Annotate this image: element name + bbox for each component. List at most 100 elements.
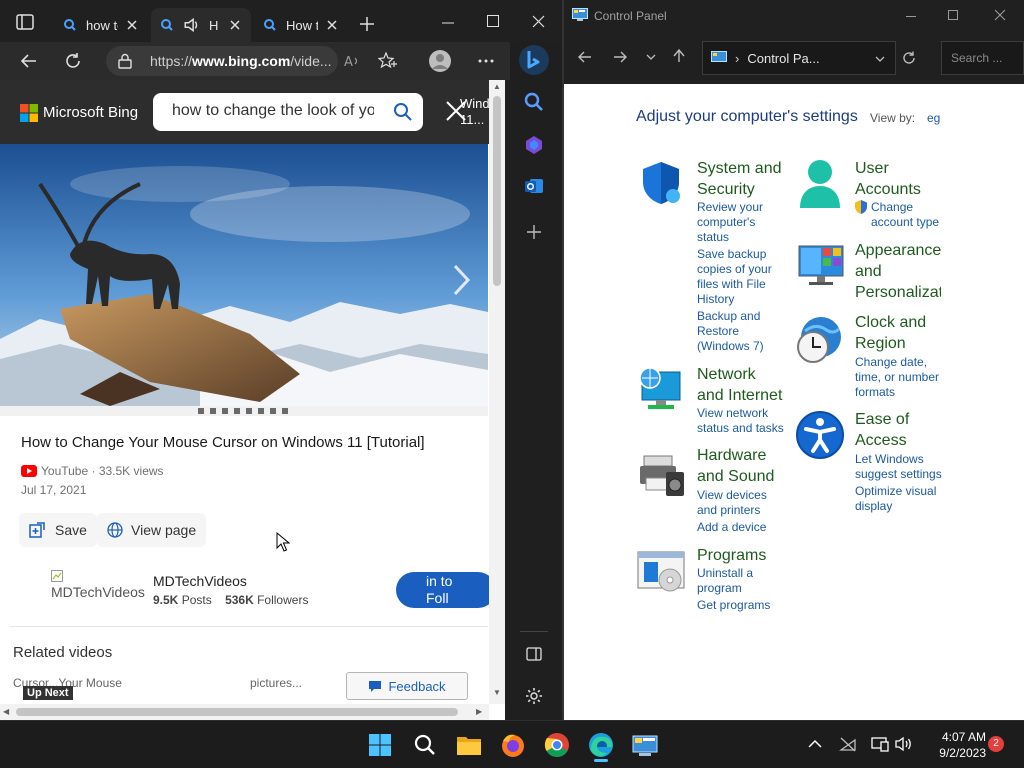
settings-gear-icon[interactable]	[525, 687, 543, 705]
search-icon[interactable]	[524, 92, 544, 112]
back-icon[interactable]	[20, 52, 38, 70]
maximize-icon[interactable]	[487, 15, 499, 27]
close-tab-icon[interactable]	[124, 17, 140, 33]
address-dropdown-icon[interactable]	[875, 56, 885, 62]
network-globe-icon[interactable]	[638, 366, 684, 412]
related-video-thumb-1[interactable]: Cursor...Your Mouse Up Next	[13, 676, 233, 704]
clock-globe-icon[interactable]	[795, 315, 845, 365]
category-clock-region[interactable]: Clock and Region	[855, 312, 926, 354]
snap-divider[interactable]	[562, 0, 564, 720]
tablet-mode-icon[interactable]	[871, 736, 889, 752]
feedback-button[interactable]: Feedback	[346, 672, 468, 700]
file-explorer-icon[interactable]	[453, 729, 485, 761]
close-tab-icon[interactable]	[324, 17, 340, 33]
add-favorite-icon[interactable]	[378, 52, 398, 70]
link-backup-restore[interactable]: Backup and Restore (Windows 7)	[697, 309, 764, 354]
refresh-icon[interactable]	[902, 51, 916, 65]
category-user-accounts[interactable]: User Accounts	[855, 158, 921, 200]
bing-search-box[interactable]: how to change the look of yo	[153, 93, 423, 131]
tab-1[interactable]: how to	[54, 8, 148, 42]
edge-icon[interactable]	[585, 729, 617, 762]
profile-avatar[interactable]	[428, 49, 452, 73]
up-icon[interactable]	[673, 49, 685, 63]
lock-icon[interactable]	[118, 53, 132, 69]
tab-3[interactable]: How to	[254, 8, 348, 42]
tab-actions-icon[interactable]	[16, 14, 34, 30]
forward-icon[interactable]	[613, 51, 627, 63]
shield-icon[interactable]	[639, 160, 683, 206]
video-thumbnail[interactable]	[0, 144, 488, 416]
search-input[interactable]: how to change the look of yo	[172, 102, 374, 120]
bing-chat-icon[interactable]	[518, 44, 550, 76]
horizontal-scroll-thumb[interactable]	[16, 708, 458, 716]
link-view-devices[interactable]: View devices and printers	[697, 488, 767, 518]
category-network-internet[interactable]: Network and Internet	[697, 364, 782, 406]
link-add-device[interactable]: Add a device	[697, 520, 766, 535]
notification-badge[interactable]: 2	[988, 736, 1004, 752]
taskbar-search-icon[interactable]	[409, 729, 441, 761]
no-internet-icon[interactable]	[839, 736, 857, 752]
show-hidden-icons-icon[interactable]	[808, 739, 822, 749]
add-sidebar-app-icon[interactable]	[526, 224, 542, 240]
link-uninstall-program[interactable]: Uninstall a program	[697, 566, 753, 596]
copilot-icon[interactable]	[524, 135, 544, 155]
address-bar[interactable]: https://www.bing.com/vide...	[106, 46, 338, 76]
control-panel-search[interactable]: Search ...	[941, 41, 1024, 75]
maximize-icon[interactable]	[948, 10, 958, 20]
vertical-scrollbar[interactable]: ▲ ▼	[489, 80, 505, 704]
more-options-icon[interactable]	[478, 59, 494, 63]
close-window-icon[interactable]	[994, 9, 1006, 21]
new-tab-icon[interactable]	[359, 16, 375, 32]
view-page-button[interactable]: View page	[97, 513, 207, 547]
minimize-icon[interactable]	[906, 16, 916, 17]
category-hardware-sound[interactable]: Hardware and Sound	[697, 445, 774, 487]
control-panel-address-bar[interactable]: › Control Pa...	[702, 41, 896, 75]
accessibility-icon[interactable]	[795, 410, 845, 460]
category-system-security[interactable]: System and Security	[697, 158, 781, 200]
link-get-programs[interactable]: Get programs	[697, 598, 770, 613]
link-optimize-visual[interactable]: Optimize visual display	[855, 484, 936, 514]
user-accounts-icon[interactable]	[798, 158, 842, 210]
category-programs[interactable]: Programs	[697, 545, 766, 566]
view-by-dropdown[interactable]: eg	[927, 111, 940, 125]
sign-in-to-follow-button[interactable]: in to Foll	[396, 572, 496, 608]
printer-speaker-icon[interactable]	[638, 452, 686, 498]
video-title[interactable]: How to Change Your Mouse Cursor on Windo…	[21, 434, 425, 451]
horizontal-scrollbar[interactable]: ◀ ▶	[0, 704, 489, 720]
audio-playing-icon[interactable]	[183, 16, 201, 34]
firefox-icon[interactable]	[497, 729, 529, 761]
link-review-status[interactable]: Review your computer's status	[697, 200, 763, 245]
channel-avatar-broken-image[interactable]: MDTechVideos	[51, 570, 145, 606]
channel-name[interactable]: MDTechVideos	[153, 573, 247, 589]
volume-icon[interactable]	[895, 736, 913, 752]
search-icon[interactable]	[393, 102, 413, 122]
clock[interactable]: 4:07 AM 9/2/2023	[920, 729, 986, 761]
control-panel-taskbar-icon[interactable]	[629, 729, 661, 761]
save-button[interactable]: Save	[19, 513, 97, 547]
link-suggest-settings[interactable]: Let Windows suggest settings	[855, 452, 942, 482]
minimize-icon[interactable]	[442, 22, 454, 24]
breadcrumb[interactable]: Control Pa...	[747, 51, 819, 66]
close-tab-icon[interactable]	[227, 17, 243, 33]
vertical-scroll-thumb[interactable]	[493, 96, 501, 286]
appearance-monitor-icon[interactable]	[797, 244, 845, 288]
chrome-icon[interactable]	[541, 729, 573, 761]
programs-icon[interactable]	[636, 550, 686, 594]
link-network-status[interactable]: View network status and tasks	[697, 406, 784, 436]
category-appearance[interactable]: Appearance and Personalizati	[855, 240, 941, 303]
outlook-icon[interactable]	[524, 176, 544, 196]
tab-2[interactable]: H	[151, 8, 251, 42]
category-ease-of-access[interactable]: Ease of Access	[855, 409, 909, 451]
link-file-history[interactable]: Save backup copies of your files with File…	[697, 247, 772, 307]
close-window-icon[interactable]	[532, 15, 545, 28]
link-change-date-format[interactable]: Change date, time, or number formats	[855, 355, 939, 400]
read-aloud-icon[interactable]: A	[343, 52, 361, 70]
link-change-account-type[interactable]: Change account type	[871, 200, 939, 230]
start-windows-icon[interactable]	[364, 729, 396, 761]
bing-brand[interactable]: Microsoft Bing	[43, 104, 138, 121]
hide-sidebar-icon[interactable]	[526, 647, 542, 661]
related-video-thumb-2[interactable]: pictures...	[250, 676, 340, 704]
back-icon[interactable]	[578, 51, 592, 63]
recent-locations-icon[interactable]	[646, 54, 656, 60]
refresh-icon[interactable]	[64, 52, 82, 70]
